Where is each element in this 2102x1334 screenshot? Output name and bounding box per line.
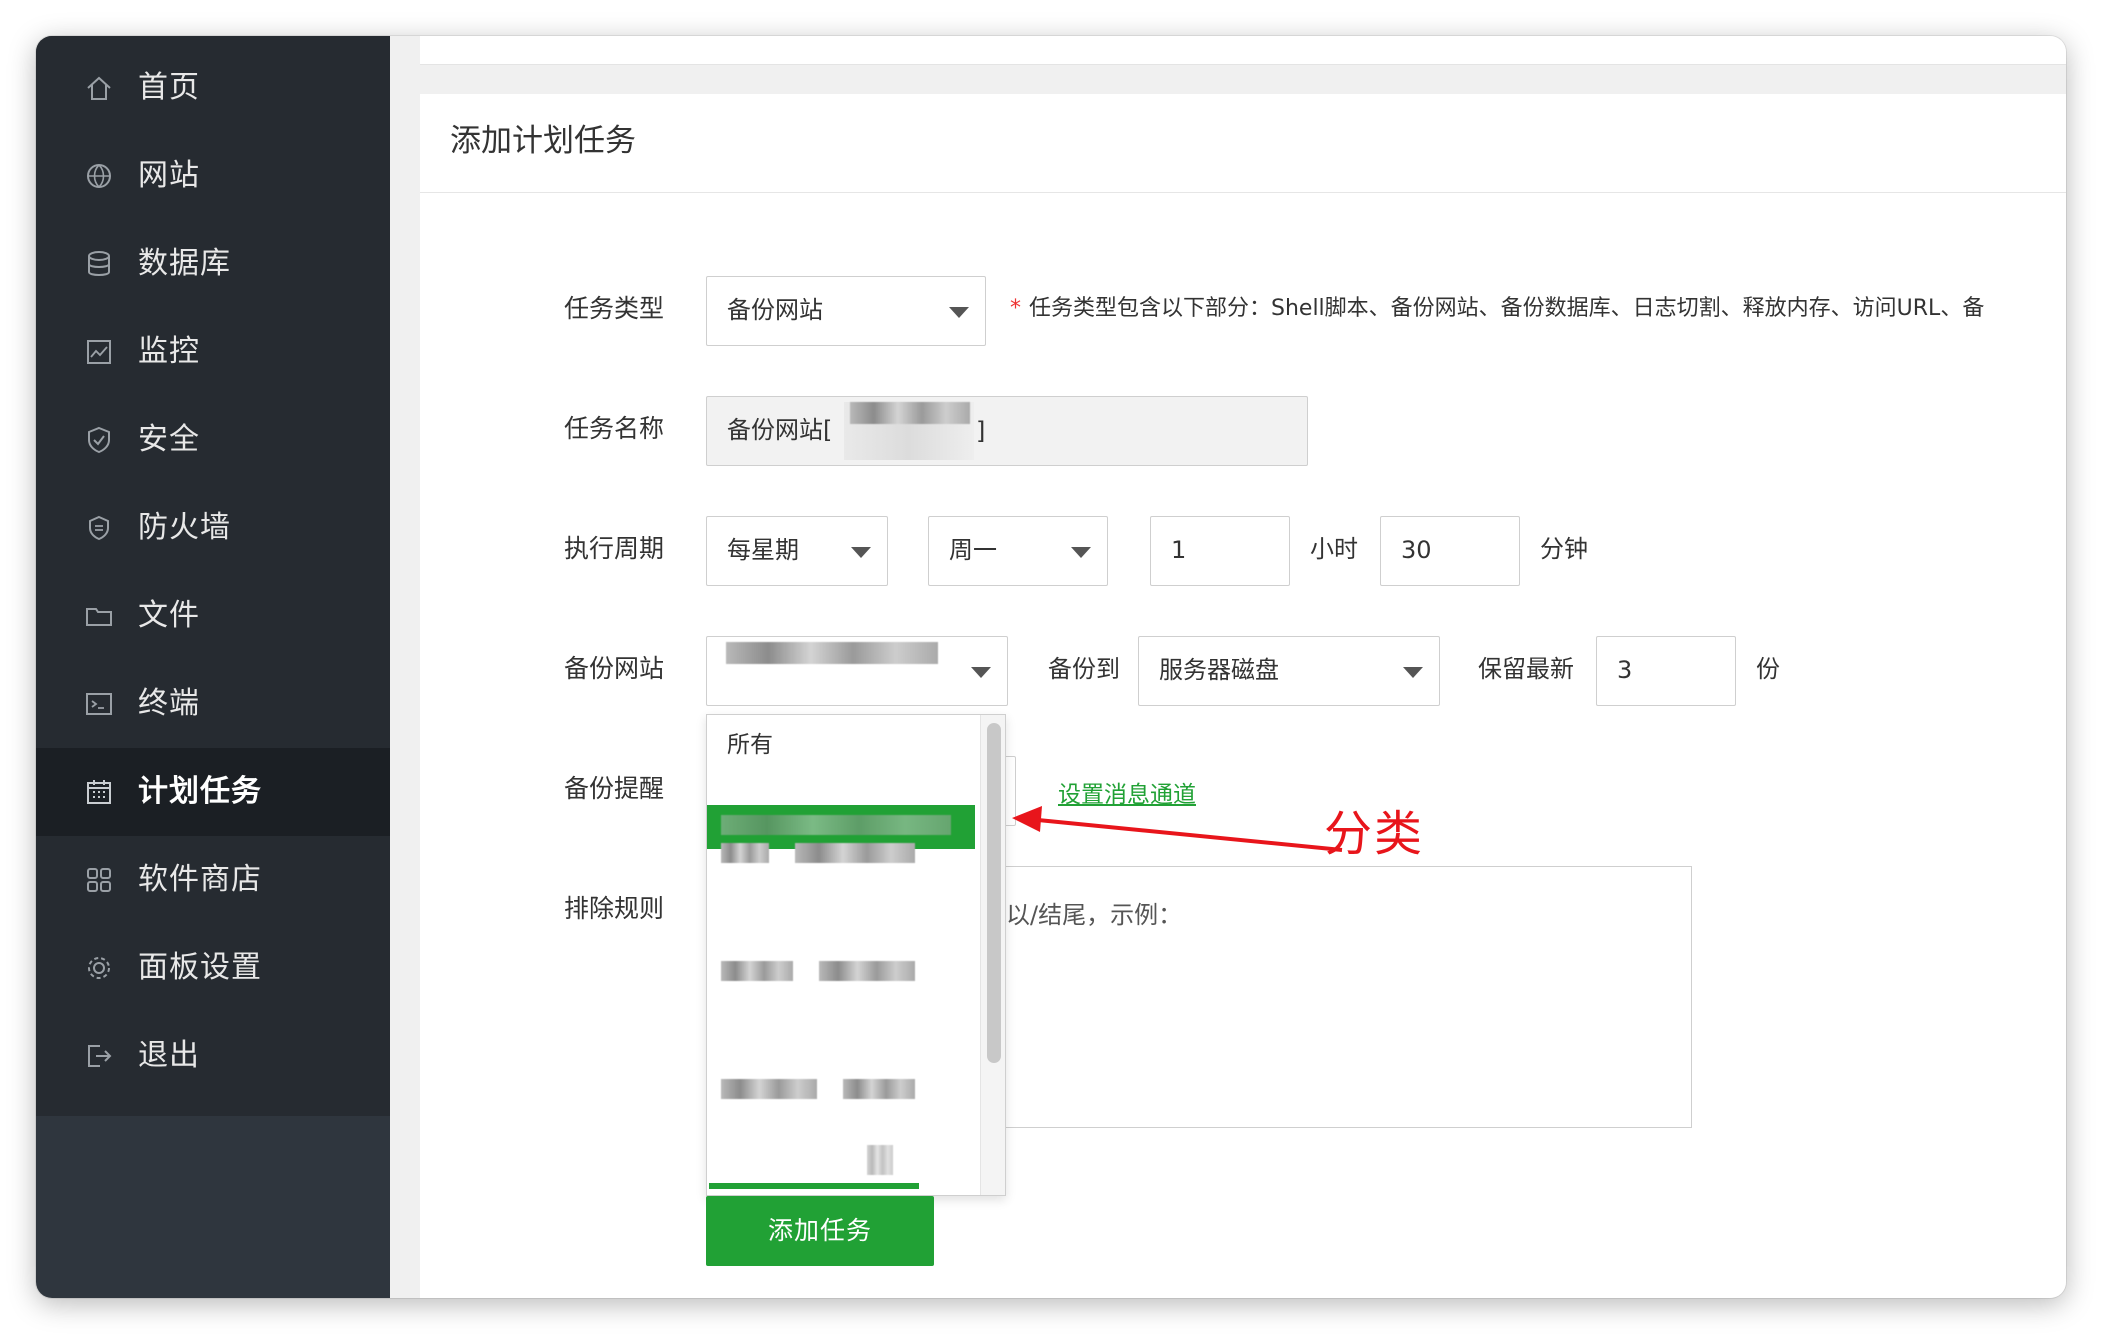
period-cycle-value: 每星期	[727, 536, 799, 564]
redacted-site-value	[726, 642, 938, 664]
sidebar-item-label: 终端	[138, 686, 200, 721]
reminder-label: 备份提醒	[564, 774, 665, 803]
redacted-option[interactable]	[867, 1145, 893, 1175]
chevron-down-icon	[949, 307, 969, 318]
minute-input[interactable]: 30	[1380, 516, 1520, 586]
app-window: 首页 网站 数据库 监控 安全 防火墙 文件 终端 计划任务 软件商店 面板设置…	[36, 36, 2066, 1298]
task-name-prefix: 备份网站[	[727, 416, 833, 444]
sidebar-item-label: 安全	[138, 422, 200, 457]
sidebar-item-label: 退出	[138, 1038, 200, 1073]
sidebar-item-label: 首页	[138, 70, 200, 105]
keep-latest-input[interactable]: 3	[1596, 636, 1736, 706]
redacted-site-name	[850, 402, 970, 424]
redacted-option[interactable]	[721, 961, 793, 981]
chevron-down-icon	[851, 547, 871, 558]
sidebar-item-firewall[interactable]: 防火墙	[36, 484, 390, 572]
task-name-suffix: ]	[976, 417, 986, 445]
sidebar-item-label: 计划任务	[138, 774, 262, 809]
home-icon	[87, 76, 111, 100]
sidebar-item-label: 文件	[138, 598, 200, 633]
sidebar-item-label: 软件商店	[138, 862, 262, 897]
apps-icon	[87, 868, 111, 892]
sidebar-item-settings[interactable]: 面板设置	[36, 924, 390, 1012]
keep-latest-value: 3	[1617, 656, 1633, 684]
sidebar-item-label: 数据库	[138, 246, 231, 281]
sidebar-item-store[interactable]: 软件商店	[36, 836, 390, 924]
hour-value: 1	[1171, 536, 1187, 564]
dropdown-option-all[interactable]: 所有	[707, 723, 975, 767]
monitor-icon	[87, 340, 111, 364]
sidebar-item-monitor[interactable]: 监控	[36, 308, 390, 396]
backup-to-select[interactable]: 服务器磁盘	[1138, 636, 1440, 706]
task-name-input[interactable]: 备份网站[	[706, 396, 1308, 466]
period-label: 执行周期	[564, 534, 665, 563]
chevron-down-icon	[971, 667, 991, 678]
backup-to-label: 备份到	[1048, 655, 1120, 683]
sidebar-menu: 首页 网站 数据库 监控 安全 防火墙 文件 终端 计划任务 软件商店 面板设置…	[36, 36, 390, 1116]
sidebar-item-website[interactable]: 网站	[36, 132, 390, 220]
annotation-arrow	[1012, 806, 1343, 852]
period-weekday-select[interactable]: 周一	[928, 516, 1108, 586]
exclude-placeholder: 以/结尾，示例：	[1006, 901, 1183, 929]
hour-unit: 小时	[1310, 535, 1358, 563]
database-icon	[88, 251, 110, 276]
add-task-button[interactable]: 添加任务	[706, 1196, 934, 1266]
chevron-down-icon	[1071, 547, 1091, 558]
sidebar-item-home[interactable]: 首页	[36, 44, 390, 132]
redacted-option[interactable]	[795, 843, 915, 863]
sidebar-item-terminal[interactable]: 终端	[36, 660, 390, 748]
sidebar-item-database[interactable]: 数据库	[36, 220, 390, 308]
task-name-label: 任务名称	[564, 414, 665, 443]
backup-to-value: 服务器磁盘	[1159, 656, 1279, 684]
sidebar-item-label: 网站	[138, 158, 200, 193]
redacted-option[interactable]	[819, 961, 915, 981]
shield-icon	[88, 426, 110, 454]
keep-latest-unit: 份	[1756, 655, 1780, 683]
logout-icon	[88, 1045, 112, 1067]
divider	[420, 192, 2066, 193]
sidebar-item-security[interactable]: 安全	[36, 396, 390, 484]
gear-icon	[88, 957, 110, 979]
backup-site-dropdown[interactable]: 所有	[706, 714, 1006, 1196]
period-weekday-value: 周一	[949, 536, 997, 564]
hour-input[interactable]: 1	[1150, 516, 1290, 586]
task-type-hint: * 任务类型包含以下部分：Shell脚本、备份网站、备份数据库、日志切割、释放内存…	[1010, 296, 1985, 321]
minute-value: 30	[1401, 536, 1432, 564]
task-type-value: 备份网站	[727, 296, 823, 324]
minute-unit: 分钟	[1540, 535, 1588, 563]
top-panel	[420, 36, 2066, 65]
backup-site-label: 备份网站	[564, 654, 665, 683]
task-type-select[interactable]: 备份网站	[706, 276, 986, 346]
sidebar-item-label: 面板设置	[138, 950, 262, 985]
firewall-icon	[89, 515, 109, 541]
globe-icon	[87, 164, 111, 188]
period-cycle-select[interactable]: 每星期	[706, 516, 888, 586]
redacted-option[interactable]	[843, 1079, 915, 1099]
redacted-option[interactable]	[721, 1079, 817, 1099]
terminal-icon	[86, 693, 112, 715]
redacted-option	[721, 815, 951, 835]
task-type-label: 任务类型	[564, 294, 665, 323]
sidebar-item-files[interactable]: 文件	[36, 572, 390, 660]
dropdown-bottom-indicator	[709, 1183, 919, 1189]
redacted-option[interactable]	[721, 843, 769, 863]
exclude-label: 排除规则	[564, 894, 665, 923]
sidebar-item-logout[interactable]: 退出	[36, 1012, 390, 1100]
folder-icon	[86, 608, 112, 626]
page-title: 添加计划任务	[450, 123, 636, 159]
annotation-label: 分类	[1324, 806, 1425, 862]
sidebar-item-label: 防火墙	[138, 510, 231, 545]
calendar-icon	[87, 780, 111, 804]
keep-latest-label: 保留最新	[1478, 655, 1574, 683]
sidebar-item-label: 监控	[138, 334, 200, 369]
sidebar: 首页 网站 数据库 监控 安全 防火墙 文件 终端 计划任务 软件商店 面板设置…	[36, 36, 390, 1298]
sidebar-item-cron[interactable]: 计划任务	[36, 748, 390, 836]
chevron-down-icon	[1403, 667, 1423, 678]
dropdown-scrollbar[interactable]	[987, 723, 1001, 1063]
